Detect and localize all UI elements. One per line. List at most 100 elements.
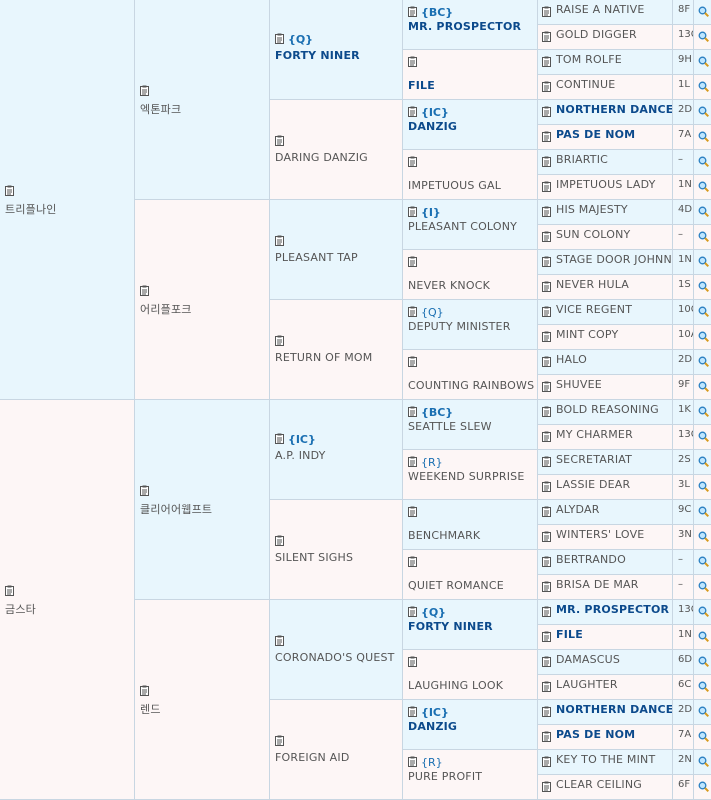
- horse-name-link[interactable]: TOM ROLFE: [556, 53, 622, 66]
- search-button[interactable]: [694, 650, 711, 675]
- horse-name-link[interactable]: SECRETARIAT: [556, 453, 632, 466]
- search-button[interactable]: [694, 575, 711, 600]
- horse-name-link[interactable]: FILE: [556, 628, 583, 641]
- clipboard-icon[interactable]: [408, 356, 417, 367]
- horse-name-link[interactable]: MINT COPY: [556, 328, 618, 341]
- clipboard-icon[interactable]: [542, 781, 551, 792]
- horse-name-link[interactable]: SILENT SIGHS: [275, 551, 353, 564]
- horse-name-link[interactable]: 어리플포크: [140, 301, 192, 317]
- horse-name-link[interactable]: PURE PROFIT: [408, 770, 482, 783]
- search-button[interactable]: [694, 225, 711, 250]
- clipboard-icon[interactable]: [275, 235, 284, 246]
- horse-name-link[interactable]: DANZIG: [408, 120, 457, 133]
- clipboard-icon[interactable]: [408, 6, 417, 17]
- search-button[interactable]: [694, 100, 711, 125]
- clipboard-icon[interactable]: [542, 331, 551, 342]
- search-button[interactable]: [694, 550, 711, 575]
- horse-name-link[interactable]: VICE REGENT: [556, 303, 632, 316]
- horse-name-link[interactable]: RETURN OF MOM: [275, 351, 372, 364]
- horse-name-link[interactable]: 트리플나인: [5, 201, 57, 217]
- horse-name-link[interactable]: GOLD DIGGER: [556, 28, 637, 41]
- clipboard-icon[interactable]: [542, 381, 551, 392]
- clipboard-icon[interactable]: [542, 431, 551, 442]
- clipboard-icon[interactable]: [542, 31, 551, 42]
- horse-name-link[interactable]: COUNTING RAINBOWS: [408, 379, 534, 392]
- horse-name-link[interactable]: KEY TO THE MINT: [556, 753, 655, 766]
- horse-name-link[interactable]: PLEASANT COLONY: [408, 220, 517, 233]
- clipboard-icon[interactable]: [275, 33, 284, 44]
- clipboard-icon[interactable]: [408, 206, 417, 217]
- search-button[interactable]: [694, 25, 711, 50]
- horse-name-link[interactable]: 클리어어웹프트: [140, 501, 212, 517]
- search-button[interactable]: [694, 750, 711, 775]
- clipboard-icon[interactable]: [542, 306, 551, 317]
- search-button[interactable]: [694, 625, 711, 650]
- search-button[interactable]: [694, 350, 711, 375]
- clipboard-icon[interactable]: [275, 135, 284, 146]
- search-button[interactable]: [694, 300, 711, 325]
- clipboard-icon[interactable]: [5, 185, 14, 196]
- horse-name-link[interactable]: SHUVEE: [556, 378, 602, 391]
- clipboard-icon[interactable]: [408, 556, 417, 567]
- horse-name-link[interactable]: RAISE A NATIVE: [556, 3, 645, 16]
- horse-name-link[interactable]: BERTRANDO: [556, 553, 626, 566]
- horse-name-link[interactable]: NORTHERN DANCER: [556, 103, 672, 116]
- horse-name-link[interactable]: MR. PROSPECTOR: [408, 20, 521, 33]
- clipboard-icon[interactable]: [140, 85, 149, 96]
- clipboard-icon[interactable]: [275, 535, 284, 546]
- clipboard-icon[interactable]: [542, 506, 551, 517]
- horse-name-link[interactable]: FOREIGN AID: [275, 751, 350, 764]
- clipboard-icon[interactable]: [542, 606, 551, 617]
- horse-name-link[interactable]: FORTY NINER: [408, 620, 493, 633]
- search-button[interactable]: [694, 375, 711, 400]
- search-button[interactable]: [694, 125, 711, 150]
- horse-name-link[interactable]: BRISA DE MAR: [556, 578, 639, 591]
- clipboard-icon[interactable]: [408, 656, 417, 667]
- horse-name-link[interactable]: CONTINUE: [556, 78, 615, 91]
- search-button[interactable]: [694, 600, 711, 625]
- horse-name-link[interactable]: FORTY NINER: [275, 49, 360, 62]
- clipboard-icon[interactable]: [542, 556, 551, 567]
- search-button[interactable]: [694, 250, 711, 275]
- clipboard-icon[interactable]: [140, 485, 149, 496]
- clipboard-icon[interactable]: [542, 281, 551, 292]
- horse-name-link[interactable]: QUIET ROMANCE: [408, 579, 504, 592]
- clipboard-icon[interactable]: [542, 481, 551, 492]
- horse-name-link[interactable]: IMPETUOUS GAL: [408, 179, 501, 192]
- search-button[interactable]: [694, 50, 711, 75]
- horse-name-link[interactable]: DARING DANZIG: [275, 151, 368, 164]
- horse-name-link[interactable]: WEEKEND SURPRISE: [408, 470, 524, 483]
- clipboard-icon[interactable]: [542, 81, 551, 92]
- clipboard-icon[interactable]: [542, 681, 551, 692]
- horse-name-link[interactable]: NORTHERN DANCER: [556, 703, 672, 716]
- horse-name-link[interactable]: LAUGHTER: [556, 678, 618, 691]
- horse-name-link[interactable]: A.P. INDY: [275, 449, 326, 462]
- horse-name-link[interactable]: IMPETUOUS LADY: [556, 178, 656, 191]
- horse-name-link[interactable]: DEPUTY MINISTER: [408, 320, 511, 333]
- search-button[interactable]: [694, 700, 711, 725]
- clipboard-icon[interactable]: [275, 433, 284, 444]
- horse-name-link[interactable]: LAUGHING LOOK: [408, 679, 503, 692]
- search-button[interactable]: [694, 675, 711, 700]
- search-button[interactable]: [694, 0, 711, 25]
- clipboard-icon[interactable]: [140, 285, 149, 296]
- clipboard-icon[interactable]: [542, 631, 551, 642]
- clipboard-icon[interactable]: [408, 756, 417, 767]
- clipboard-icon[interactable]: [408, 456, 417, 467]
- clipboard-icon[interactable]: [542, 181, 551, 192]
- horse-name-link[interactable]: BOLD REASONING: [556, 403, 659, 416]
- horse-name-link[interactable]: PAS DE NOM: [556, 728, 635, 741]
- clipboard-icon[interactable]: [408, 706, 417, 717]
- clipboard-icon[interactable]: [542, 406, 551, 417]
- search-button[interactable]: [694, 450, 711, 475]
- clipboard-icon[interactable]: [408, 56, 417, 67]
- search-button[interactable]: [694, 475, 711, 500]
- search-button[interactable]: [694, 150, 711, 175]
- clipboard-icon[interactable]: [542, 731, 551, 742]
- search-button[interactable]: [694, 425, 711, 450]
- horse-name-link[interactable]: PAS DE NOM: [556, 128, 635, 141]
- clipboard-icon[interactable]: [542, 6, 551, 17]
- horse-name-link[interactable]: 금스타: [5, 601, 36, 617]
- horse-name-link[interactable]: STAGE DOOR JOHNNY: [556, 253, 672, 266]
- search-button[interactable]: [694, 200, 711, 225]
